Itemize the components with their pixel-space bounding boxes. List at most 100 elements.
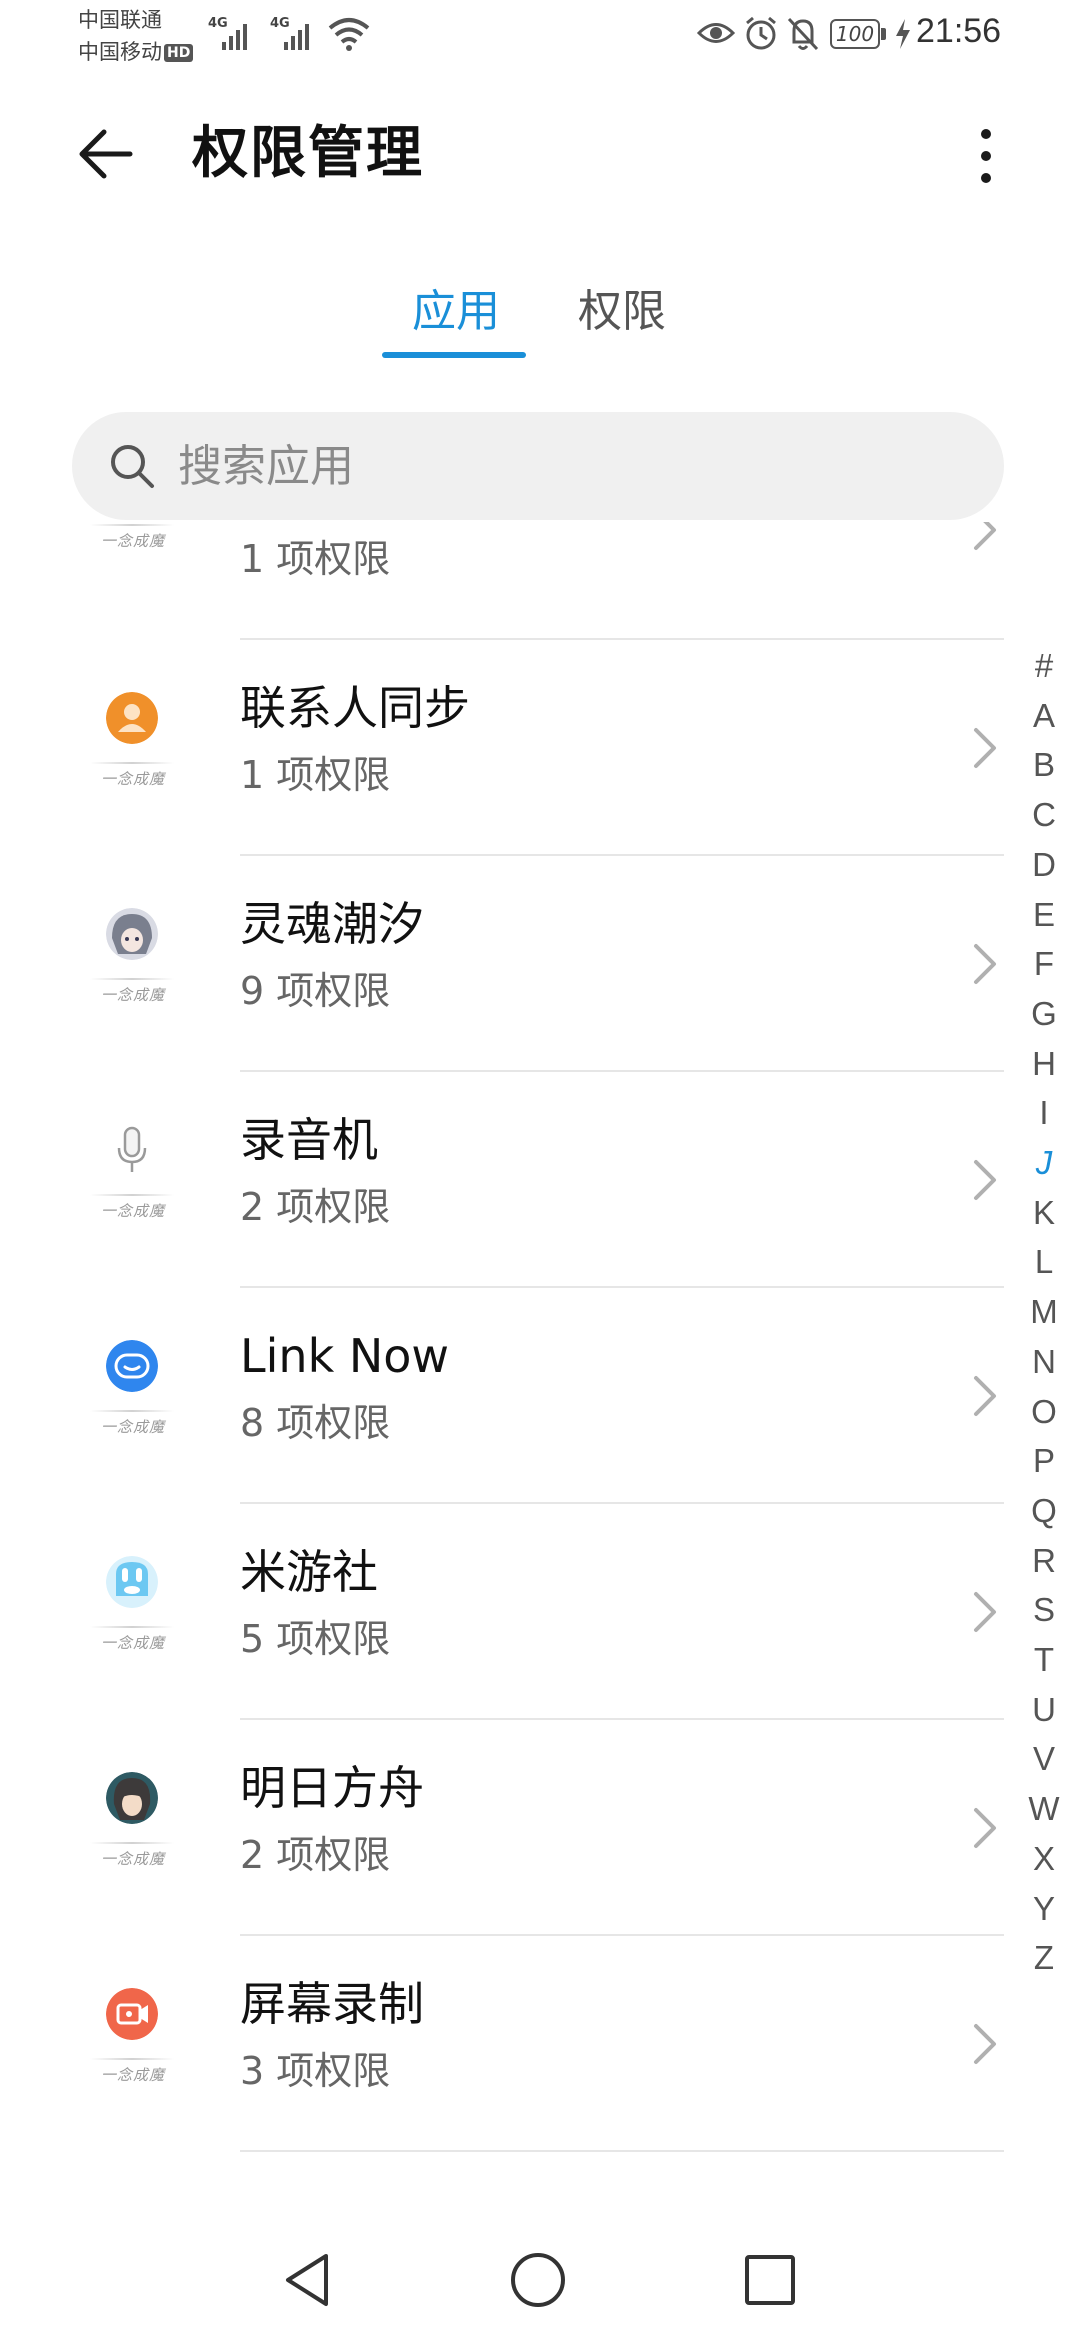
anime-avatar-icon (106, 908, 158, 960)
icon-reflection (90, 978, 174, 980)
app-permission-count: 1 项权限 (240, 537, 391, 581)
nav-home-icon[interactable] (508, 2250, 568, 2310)
carrier-2-name: 中国移动 (78, 40, 162, 64)
app-icon: 一念成魔 (80, 1124, 184, 1244)
app-permission-count: 3 项权限 (240, 2049, 391, 2093)
app-name: Link Now (240, 1329, 449, 1383)
list-item[interactable]: 一念成魔 联系人同步 1 项权限 (0, 640, 1010, 856)
alpha-index-letter[interactable]: # (1024, 646, 1064, 686)
alpha-index-letter[interactable]: Z (1024, 1938, 1064, 1978)
list-item[interactable]: 一念成魔 Link Now 8 项权限 (0, 1288, 1010, 1504)
app-permission-count: 5 项权限 (240, 1617, 391, 1661)
alpha-index-letter[interactable]: R (1024, 1541, 1064, 1581)
app-name: 联系人同步 (240, 681, 470, 735)
alpha-index-letter[interactable]: L (1024, 1242, 1064, 1282)
alpha-index-letter[interactable]: J (1024, 1143, 1064, 1183)
alpha-index-letter[interactable]: E (1024, 895, 1064, 935)
battery-level: 100 (830, 19, 880, 49)
tab-permissions[interactable]: 权限 (578, 282, 666, 342)
icon-reflection (90, 2058, 174, 2060)
chevron-right-icon (974, 1592, 996, 1632)
app-name: 米游社 (240, 1545, 378, 1599)
list-item[interactable]: 一念成魔 明日方舟 2 项权限 (0, 1720, 1010, 1936)
alpha-index-letter[interactable]: K (1024, 1193, 1064, 1233)
alpha-index-letter[interactable]: V (1024, 1739, 1064, 1779)
alpha-index-letter[interactable]: Y (1024, 1889, 1064, 1929)
miyoushe-icon (106, 1556, 158, 1608)
list-item[interactable]: 一念成魔 屏幕录制 3 项权限 (0, 1936, 1010, 2152)
app-name: 灵魂潮汐 (240, 897, 424, 951)
battery-tip (881, 28, 886, 40)
nav-recents-icon[interactable] (742, 2252, 798, 2308)
list-item[interactable]: 一念成魔 录音机 2 项权限 (0, 1072, 1010, 1288)
alpha-index-letter[interactable]: U (1024, 1690, 1064, 1730)
divider (240, 2150, 1004, 2152)
alpha-index-letter[interactable]: T (1024, 1640, 1064, 1680)
more-options-icon[interactable] (966, 124, 1006, 188)
app-icon: 一念成魔 (80, 522, 184, 574)
wifi-icon (328, 18, 370, 51)
alpha-index-letter[interactable]: G (1024, 994, 1064, 1034)
app-permission-count: 2 项权限 (240, 1185, 391, 1229)
search-bar[interactable] (72, 412, 1004, 520)
app-icon: 一念成魔 (80, 692, 184, 812)
tab-apps[interactable]: 应用 (412, 282, 500, 342)
alpha-index-letter[interactable]: F (1024, 944, 1064, 984)
alpha-index-letter[interactable]: X (1024, 1839, 1064, 1879)
app-name: 录音机 (240, 1113, 378, 1167)
nav-back-icon[interactable] (278, 2250, 338, 2310)
app-permission-count: 1 项权限 (240, 753, 391, 797)
watermark: 一念成魔 (100, 1418, 165, 1436)
watermark: 一念成魔 (100, 1850, 165, 1868)
alpha-index-letter[interactable]: P (1024, 1441, 1064, 1481)
alpha-index-letter[interactable]: D (1024, 845, 1064, 885)
list-item[interactable]: 一念成魔 米游社 5 项权限 (0, 1504, 1010, 1720)
page-title: 权限管理 (192, 121, 424, 186)
list-item[interactable]: 一念成魔 灵魂潮汐 9 项权限 (0, 856, 1010, 1072)
app-icon: 一念成魔 (80, 1556, 184, 1676)
search-icon (111, 445, 154, 488)
app-icon: 一念成魔 (80, 908, 184, 1028)
carrier-1: 中国联通 (78, 8, 162, 32)
chevron-right-icon (974, 522, 996, 550)
watermark: 一念成魔 (100, 1202, 165, 1220)
alpha-index-letter[interactable]: M (1024, 1292, 1064, 1332)
screen-record-icon (106, 1988, 158, 2040)
search-input[interactable] (178, 432, 958, 500)
active-tab-indicator (382, 352, 526, 358)
chevron-right-icon (974, 1160, 996, 1200)
alpha-index-letter[interactable]: W (1024, 1789, 1064, 1829)
bell-off-icon (787, 17, 819, 51)
back-arrow-icon[interactable] (76, 124, 136, 184)
chevron-right-icon (974, 1808, 996, 1848)
alpha-index-letter[interactable]: S (1024, 1590, 1064, 1630)
icon-reflection (90, 524, 174, 526)
chevron-right-icon (974, 728, 996, 768)
alpha-index-letter[interactable]: B (1024, 745, 1064, 785)
watermark: 一念成魔 (100, 532, 165, 550)
alpha-index-letter[interactable]: A (1024, 696, 1064, 736)
alpha-index-letter[interactable]: O (1024, 1392, 1064, 1432)
charging-icon (896, 19, 910, 49)
chevron-right-icon (974, 944, 996, 984)
alpha-index-letter[interactable]: C (1024, 795, 1064, 835)
icon-reflection (90, 1194, 174, 1196)
icon-reflection (90, 1626, 174, 1628)
icon-reflection (90, 762, 174, 764)
microphone-icon (106, 1124, 158, 1176)
link-now-icon (106, 1340, 158, 1392)
alpha-index-letter[interactable]: Q (1024, 1491, 1064, 1531)
icon-reflection (90, 1842, 174, 1844)
contacts-sync-icon (106, 692, 158, 744)
navigation-bar (0, 2220, 1080, 2340)
battery-indicator: 100 (830, 19, 890, 49)
alpha-index-letter[interactable]: H (1024, 1044, 1064, 1084)
status-bar: 中国联通 中国移动 HD 4G 4G 100 21:56 (0, 0, 1080, 72)
arknights-icon (106, 1772, 158, 1824)
app-icon: 一念成魔 (80, 1988, 184, 2108)
alpha-index-letter[interactable]: I (1024, 1093, 1064, 1133)
list-item[interactable]: 一念成魔 1 项权限 (0, 522, 1010, 640)
alpha-index-letter[interactable]: N (1024, 1342, 1064, 1382)
alarm-icon (746, 16, 776, 50)
app-list: 一念成魔 1 项权限 一念成魔 联系人同步 1 项权限 一念成魔 灵魂潮汐 9 … (0, 522, 1010, 2184)
